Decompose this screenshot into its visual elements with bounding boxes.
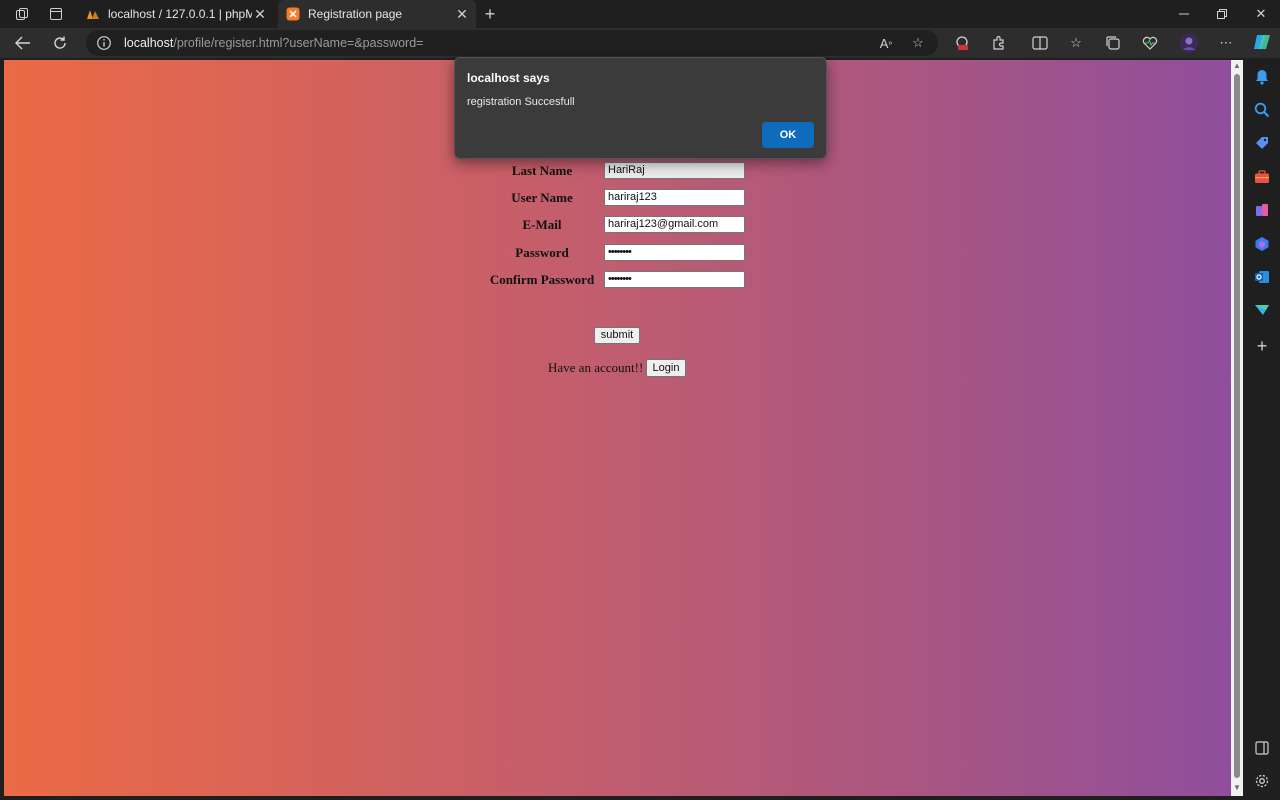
workspaces-icon[interactable] — [10, 4, 34, 24]
new-tab-icon[interactable]: + — [480, 4, 500, 24]
site-info-icon[interactable] — [96, 35, 112, 51]
email-input[interactable]: hariraj123@gmail.com — [604, 216, 745, 233]
alert-dialog: localhost says registration Succesfull O… — [454, 57, 827, 159]
confirm-password-label: Confirm Password — [489, 272, 595, 287]
field-row-last-name: Last Name — [482, 163, 602, 179]
tab-registration[interactable]: Registration page ✕ — [278, 0, 476, 28]
tab-phpmyadmin[interactable]: localhost / 127.0.0.1 | phpMyAdmin ✕ — [78, 0, 274, 28]
outlook-icon[interactable] — [1253, 268, 1271, 286]
edge-sidebar: + — [1244, 58, 1280, 800]
tab-bar: localhost / 127.0.0.1 | phpMyAdmin ✕ Reg… — [0, 0, 1280, 28]
toolbar: localhost/profile/register.html?userName… — [0, 28, 1280, 58]
extension-off-icon[interactable] — [953, 34, 971, 52]
hide-sidebar-icon[interactable] — [1253, 739, 1271, 757]
favorite-star-icon[interactable]: ☆ — [910, 35, 926, 51]
confirm-password-input[interactable]: •••••••• — [604, 271, 745, 288]
close-tab-icon[interactable]: ✕ — [454, 6, 470, 22]
field-row-password: Password — [482, 245, 602, 261]
games-icon[interactable] — [1253, 201, 1271, 219]
drop-icon[interactable] — [1253, 301, 1271, 319]
add-sidebar-app-icon[interactable]: + — [1253, 336, 1271, 356]
field-row-confirm-password: Confirm Password — [482, 272, 602, 288]
browser-essentials-icon[interactable] — [1141, 34, 1159, 52]
ok-button[interactable]: OK — [762, 122, 814, 148]
address-bar[interactable]: localhost/profile/register.html?userName… — [86, 30, 938, 56]
split-screen-icon[interactable] — [1031, 34, 1049, 52]
user-name-label: User Name — [511, 190, 573, 205]
url-host: localhost — [124, 36, 174, 50]
dialog-message: registration Succesfull — [467, 96, 575, 108]
minimize-icon[interactable] — [1172, 4, 1196, 24]
extensions-icon[interactable] — [990, 34, 1008, 52]
user-name-input[interactable]: hariraj123 — [604, 189, 745, 206]
submit-button[interactable]: submit — [594, 327, 640, 344]
tab-title: localhost / 127.0.0.1 | phpMyAdmin — [108, 7, 252, 21]
tab-title: Registration page — [308, 7, 403, 21]
phpmyadmin-icon — [86, 7, 100, 21]
dialog-title: localhost says — [467, 71, 550, 85]
scrollbar-thumb[interactable] — [1234, 74, 1240, 778]
sidebar-settings-gear-icon[interactable] — [1253, 772, 1271, 790]
login-button[interactable]: Login — [646, 359, 686, 377]
scroll-down-icon[interactable]: ▼ — [1233, 784, 1241, 792]
copilot-icon[interactable] — [1252, 32, 1272, 52]
bell-icon[interactable] — [1253, 68, 1271, 86]
tab-actions-icon[interactable] — [44, 4, 68, 24]
field-row-user-name: User Name — [482, 190, 602, 206]
back-icon[interactable] — [11, 32, 35, 54]
search-icon[interactable] — [1253, 101, 1271, 119]
favorites-icon[interactable]: ☆ — [1067, 34, 1085, 52]
field-row-email: E-Mail — [482, 217, 602, 233]
last-name-label: Last Name — [511, 163, 573, 178]
have-account-text: Have an account!! — [548, 360, 644, 375]
close-tab-icon[interactable]: ✕ — [252, 6, 268, 22]
more-menu-icon[interactable]: ⋯ — [1217, 34, 1235, 52]
scroll-up-icon[interactable]: ▲ — [1233, 62, 1241, 70]
tools-briefcase-icon[interactable] — [1253, 168, 1271, 186]
password-label: Password — [515, 245, 569, 260]
close-window-icon[interactable]: ✕ — [1249, 4, 1273, 24]
last-name-input[interactable]: HariRaj — [604, 162, 745, 179]
restore-icon[interactable] — [1210, 4, 1234, 24]
read-aloud-icon[interactable]: A» — [878, 35, 894, 51]
shopping-tag-icon[interactable] — [1253, 134, 1271, 152]
xampp-icon — [286, 7, 300, 21]
profile-avatar-icon[interactable] — [1179, 33, 1199, 53]
page-scrollbar[interactable]: ▲ ▼ — [1231, 60, 1243, 796]
url-text: localhost/profile/register.html?userName… — [124, 36, 423, 50]
collections-icon[interactable] — [1104, 34, 1122, 52]
url-path: /profile/register.html?userName=&passwor… — [173, 36, 424, 50]
email-label: E-Mail — [522, 217, 562, 232]
password-input[interactable]: •••••••• — [604, 244, 745, 261]
m365-icon[interactable] — [1253, 235, 1271, 253]
refresh-icon[interactable] — [48, 32, 72, 54]
